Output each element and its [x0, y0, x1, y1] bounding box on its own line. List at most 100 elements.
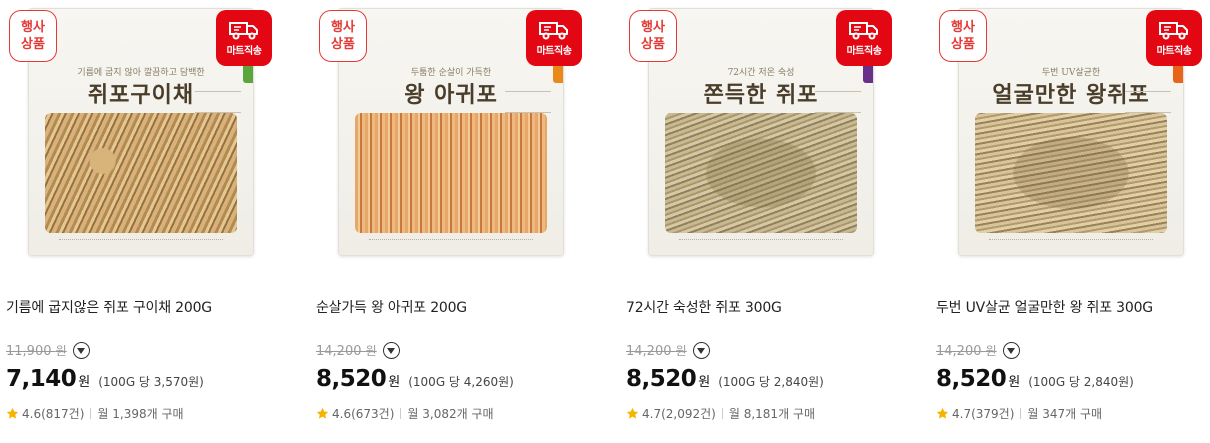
rating-value: 4.6 [22, 406, 42, 421]
mart-delivery-badge: 마트직송 [216, 10, 272, 66]
price-row: 8,520 원 (100G 당 2,840원) [936, 366, 1134, 392]
divider [90, 408, 92, 419]
price-info-chevron-icon[interactable] [72, 342, 90, 359]
product-image[interactable]: 72시간 저온 숙성 쫀득한 쥐포 행사 상품 마트직송 [626, 0, 896, 262]
product-image[interactable]: 두번 UV살균한 얼굴만한 왕쥐포 행사 상품 마트직송 [936, 0, 1206, 262]
unit-price: (100G 당 4,260원) [408, 375, 514, 389]
truck-icon [539, 21, 568, 39]
package-footer [679, 239, 843, 245]
event-badge-line2: 상품 [641, 37, 665, 52]
original-price-currency: 원 [675, 344, 687, 358]
product-card[interactable]: 두툼한 순살이 가득한 왕 아귀포 행사 상품 마트직송 순살가득 왕 아귀포 … [316, 0, 586, 443]
product-name[interactable]: 72시간 숙성한 쥐포 300G [626, 297, 782, 317]
product-name[interactable]: 순살가득 왕 아귀포 200G [316, 297, 467, 317]
unit-price: (100G 당 2,840원) [718, 375, 824, 389]
original-price-row: 14,200 원 [626, 342, 710, 359]
original-price: 11,900 원 [6, 342, 67, 359]
divider [721, 408, 723, 419]
rating-value: 4.7 [642, 406, 662, 421]
rating-row: 4.7 (2,092건) 월 8,181개 구매 [626, 405, 815, 422]
product-grid: 기름에 굽지 않아 깔끔하고 담백한 쥐포구이채 행사 상품 마트직송 기름에 … [0, 0, 1210, 443]
sale-price: 7,140 [6, 366, 77, 392]
monthly-purchases: 월 8,181개 구매 [728, 407, 816, 421]
price-info-chevron-icon[interactable] [382, 342, 400, 359]
rating-value: 4.6 [332, 406, 352, 421]
original-price: 14,200 원 [316, 342, 377, 359]
mart-badge-label: 마트직송 [846, 45, 882, 57]
monthly-purchases: 월 1,398개 구매 [97, 407, 184, 421]
rating-row: 4.7 (379건) 월 347개 구매 [936, 405, 1102, 422]
review-count[interactable]: (673건) [351, 405, 394, 422]
product-image[interactable]: 두툼한 순살이 가득한 왕 아귀포 행사 상품 마트직송 [316, 0, 586, 262]
star-icon [6, 407, 19, 419]
package-note [1125, 91, 1171, 113]
product-name[interactable]: 기름에 굽지않은 쥐포 구이채 200G [6, 297, 212, 317]
rating-row: 4.6 (673건) 월 3,082개 구매 [316, 405, 494, 422]
unit-price: (100G 당 2,840원) [1028, 375, 1134, 389]
review-count[interactable]: (817건) [41, 405, 84, 422]
package-window [355, 113, 547, 233]
review-count[interactable]: (2,092건) [661, 405, 716, 422]
package-window [665, 113, 857, 233]
price-info-chevron-icon[interactable] [692, 342, 710, 359]
currency-label: 원 [1008, 375, 1021, 390]
package-footer [59, 239, 223, 245]
event-badge: 행사 상품 [9, 10, 57, 62]
original-price-value: 14,200 [626, 344, 672, 359]
rating-row: 4.6 (817건) 월 1,398개 구매 [6, 405, 184, 422]
monthly-purchases: 월 3,082개 구매 [407, 407, 494, 421]
price-row: 7,140 원 (100G 당 3,570원) [6, 366, 204, 392]
mart-delivery-badge: 마트직송 [836, 10, 892, 66]
product-image[interactable]: 기름에 굽지 않아 깔끔하고 담백한 쥐포구이채 행사 상품 마트직송 [6, 0, 276, 262]
mart-badge-label: 마트직송 [226, 45, 262, 57]
package-window [45, 113, 237, 233]
event-badge-line1: 행사 [331, 20, 355, 35]
product-name[interactable]: 두번 UV살균 얼굴만한 왕 쥐포 300G [936, 297, 1153, 317]
product-card[interactable]: 72시간 저온 숙성 쫀득한 쥐포 행사 상품 마트직송 72시간 숙성한 쥐포… [626, 0, 896, 443]
currency-label: 원 [78, 375, 91, 390]
original-price-value: 11,900 [6, 344, 52, 359]
event-badge-line2: 상품 [21, 37, 45, 52]
original-price-value: 14,200 [316, 344, 362, 359]
star-icon [316, 407, 329, 419]
mart-delivery-badge: 마트직송 [526, 10, 582, 66]
price-row: 8,520 원 (100G 당 2,840원) [626, 366, 824, 392]
event-badge-line1: 행사 [641, 20, 665, 35]
truck-icon [1159, 21, 1188, 39]
event-badge-line1: 행사 [21, 20, 45, 35]
package-note [815, 91, 861, 113]
price-info-chevron-icon[interactable] [1002, 342, 1020, 359]
original-price-currency: 원 [365, 344, 377, 358]
truck-icon [229, 21, 258, 39]
product-card[interactable]: 기름에 굽지 않아 깔끔하고 담백한 쥐포구이채 행사 상품 마트직송 기름에 … [6, 0, 276, 443]
event-badge: 행사 상품 [629, 10, 677, 62]
divider [400, 408, 402, 419]
mart-badge-label: 마트직송 [536, 45, 572, 57]
event-badge: 행사 상품 [319, 10, 367, 62]
package-window [975, 113, 1167, 233]
event-badge: 행사 상품 [939, 10, 987, 62]
review-count[interactable]: (379건) [971, 405, 1014, 422]
currency-label: 원 [388, 375, 401, 390]
divider [1020, 408, 1022, 419]
package-footer [989, 239, 1153, 245]
original-price: 14,200 원 [936, 342, 997, 359]
event-badge-line2: 상품 [331, 37, 355, 52]
product-card[interactable]: 두번 UV살균한 얼굴만한 왕쥐포 행사 상품 마트직송 두번 UV살균 얼굴만… [936, 0, 1206, 443]
currency-label: 원 [698, 375, 711, 390]
mart-delivery-badge: 마트직송 [1146, 10, 1202, 66]
sale-price: 8,520 [316, 366, 387, 392]
mart-badge-label: 마트직송 [1156, 45, 1192, 57]
event-badge-line2: 상품 [951, 37, 975, 52]
star-icon [626, 407, 639, 419]
truck-icon [849, 21, 878, 39]
package-footer [369, 239, 533, 245]
original-price-row: 14,200 원 [936, 342, 1020, 359]
star-icon [936, 407, 949, 419]
original-price-row: 14,200 원 [316, 342, 400, 359]
original-price-currency: 원 [985, 344, 997, 358]
package-note [195, 91, 241, 113]
sale-price: 8,520 [626, 366, 697, 392]
original-price: 14,200 원 [626, 342, 687, 359]
unit-price: (100G 당 3,570원) [98, 375, 204, 389]
